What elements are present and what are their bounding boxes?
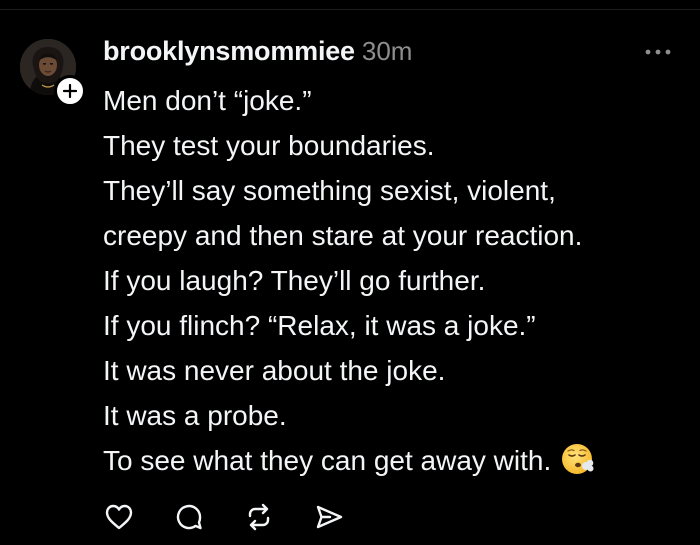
post-line: It was a probe.	[103, 400, 287, 431]
post-line-text: To see what they can get away with.	[103, 445, 552, 476]
post-body: Men don’t “joke.” They test your boundar…	[103, 78, 683, 483]
post-line: It was never about the joke.	[103, 355, 446, 386]
comment-icon	[176, 504, 202, 530]
share-button[interactable]	[313, 501, 345, 533]
avatar-wrap[interactable]	[20, 39, 86, 107]
repost-button[interactable]	[243, 501, 275, 533]
post-line: If you flinch? “Relax, it was a joke.”	[103, 310, 536, 341]
follow-button[interactable]	[54, 75, 86, 107]
post-actions	[103, 500, 383, 534]
plus-icon	[63, 84, 77, 98]
post-line: creepy and then stare at your reaction.	[103, 220, 583, 251]
repost-icon	[248, 503, 270, 531]
post-line: If you laugh? They’ll go further.	[103, 265, 486, 296]
post-timestamp: 30m	[361, 36, 413, 66]
more-dots-icon	[645, 49, 671, 55]
reply-button[interactable]	[173, 501, 205, 533]
heart-icon	[105, 504, 133, 530]
top-divider	[0, 9, 700, 10]
post-line-last: To see what they can get away with.	[103, 438, 683, 483]
post-line: Men don’t “joke.”	[103, 85, 312, 116]
more-options-button[interactable]	[640, 42, 676, 62]
post-header: brooklynsmommiee 30m	[103, 36, 412, 72]
post-line: They’ll say something sexist, violent,	[103, 175, 556, 206]
like-button[interactable]	[103, 501, 135, 533]
face-exhaling-icon	[562, 444, 594, 474]
post-line: They test your boundaries.	[103, 130, 435, 161]
username-link[interactable]: brooklynsmommiee	[103, 36, 355, 67]
send-icon	[316, 505, 343, 529]
